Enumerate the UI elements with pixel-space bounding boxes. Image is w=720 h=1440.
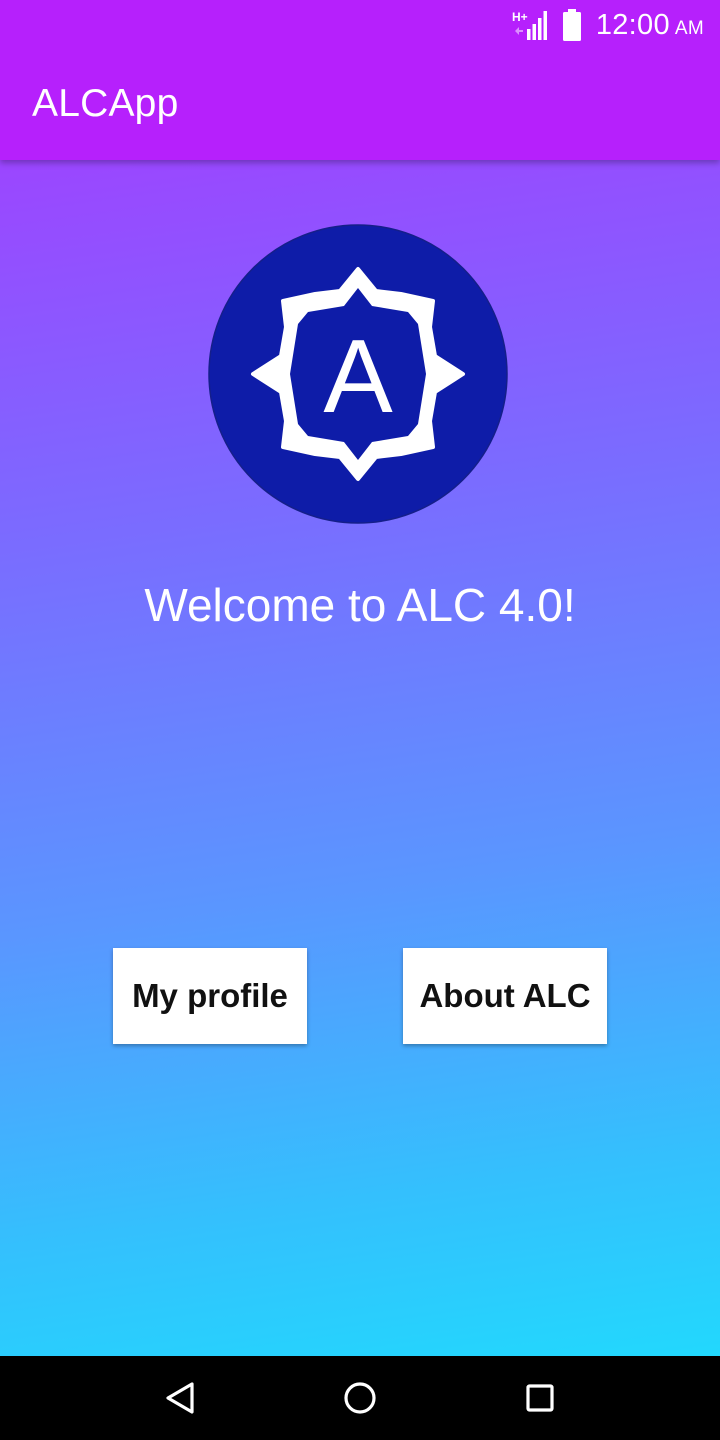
- clock-time: 12:00: [595, 8, 670, 41]
- alc-logo-icon: A: [208, 224, 508, 524]
- clock-ampm: AM: [674, 17, 704, 39]
- status-bar: H+ 12:00 AM: [0, 0, 720, 50]
- recents-icon[interactable]: [518, 1376, 562, 1420]
- signal-icon: H+: [512, 10, 547, 40]
- battery-icon: [562, 9, 581, 41]
- screen: H+ 12:00 AM ALCApp A Welcome to ALC 4.0!…: [0, 0, 720, 1440]
- app-title: ALCApp: [32, 82, 179, 125]
- home-icon[interactable]: [338, 1376, 382, 1420]
- status-icons: H+ 12:00 AM: [512, 6, 704, 44]
- top-bar: H+ 12:00 AM ALCApp: [0, 0, 720, 160]
- navigation-bar: [0, 1356, 720, 1440]
- my-profile-button[interactable]: My profile: [113, 948, 307, 1044]
- main-content: A Welcome to ALC 4.0! My profile About A…: [0, 160, 720, 1356]
- welcome-text: Welcome to ALC 4.0!: [144, 579, 576, 631]
- network-type-label: H+: [512, 10, 528, 24]
- logo-letter: A: [323, 319, 393, 435]
- status-clock: 12:00 AM: [596, 9, 704, 42]
- about-alc-button[interactable]: About ALC: [403, 948, 607, 1044]
- back-icon[interactable]: [158, 1376, 202, 1420]
